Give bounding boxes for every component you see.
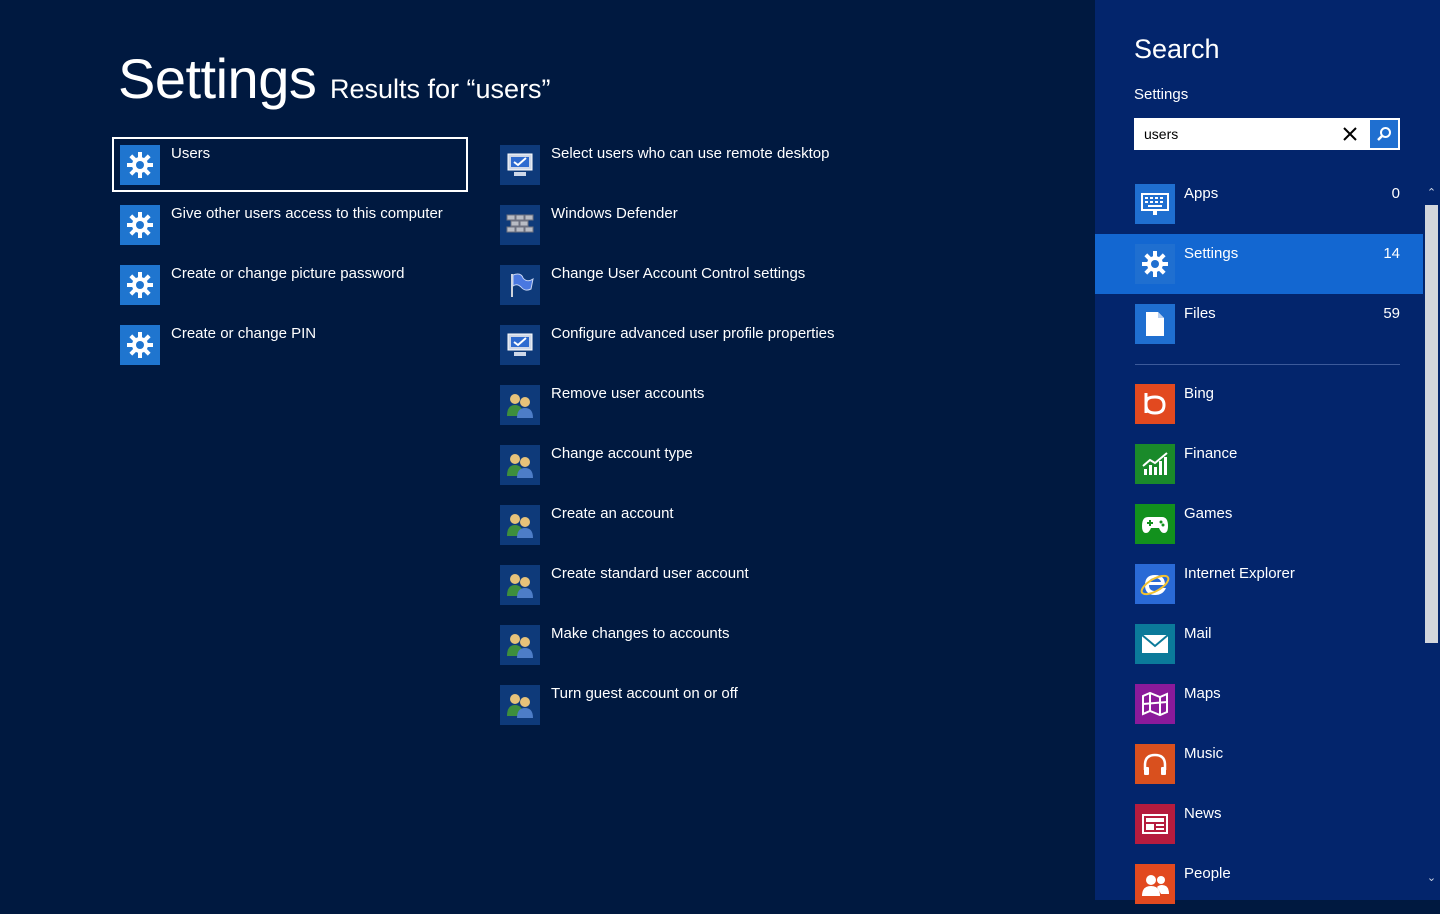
scroll-down-icon[interactable]: ⌄ <box>1426 873 1437 884</box>
result-label: Change User Account Control settings <box>551 265 806 282</box>
results-label: Results for “users” <box>330 74 551 104</box>
remote-desktop-icon <box>500 145 540 185</box>
search-icon <box>1377 127 1391 141</box>
users-icon <box>500 385 540 425</box>
result-label: Create an account <box>551 505 674 522</box>
clear-search-button[interactable] <box>1334 118 1366 150</box>
scope-count: 0 <box>1391 185 1400 202</box>
app-label: People <box>1184 865 1231 882</box>
document-icon <box>1135 304 1175 344</box>
result-create-standard-account[interactable]: Create standard user account <box>494 559 914 607</box>
scope-settings[interactable]: Settings 14 <box>1095 234 1423 294</box>
app-news[interactable]: News <box>1095 794 1423 854</box>
divider <box>1135 364 1400 365</box>
app-maps[interactable]: Maps <box>1095 674 1423 734</box>
app-label: Finance <box>1184 445 1238 462</box>
search-pane-scrollbar[interactable]: ⌃ ⌄ <box>1423 180 1440 900</box>
bing-icon <box>1135 384 1175 424</box>
scope-count: 59 <box>1383 305 1400 322</box>
search-input[interactable] <box>1134 118 1354 150</box>
headphones-icon <box>1135 744 1175 784</box>
news-icon <box>1135 804 1175 844</box>
search-button[interactable] <box>1370 120 1398 148</box>
app-label: Internet Explorer <box>1184 565 1295 582</box>
app-label: Music <box>1184 745 1224 762</box>
app-bing[interactable]: Bing <box>1095 374 1423 434</box>
result-label: Create or change PIN <box>171 325 317 342</box>
app-label: Mail <box>1184 625 1212 642</box>
flag-icon <box>500 265 540 305</box>
scroll-up-icon[interactable]: ⌃ <box>1426 188 1437 199</box>
app-finance[interactable]: Finance <box>1095 434 1423 494</box>
search-box <box>1134 118 1400 150</box>
scope-label: Files <box>1184 305 1216 322</box>
app-people[interactable]: People <box>1095 854 1423 914</box>
mail-icon <box>1135 624 1175 664</box>
result-label: Users <box>171 145 211 162</box>
page-title: Settings <box>118 47 317 110</box>
users-icon <box>500 565 540 605</box>
app-games[interactable]: Games <box>1095 494 1423 554</box>
users-icon <box>500 685 540 725</box>
chart-icon <box>1135 444 1175 484</box>
close-icon <box>1343 127 1357 141</box>
scope-label: Settings <box>1184 245 1239 262</box>
result-user-profile[interactable]: Configure advanced user profile properti… <box>494 319 914 367</box>
system-icon <box>500 325 540 365</box>
scroll-thumb[interactable] <box>1425 205 1438 643</box>
app-music[interactable]: Music <box>1095 734 1423 794</box>
result-label: Give other users access to this computer <box>171 205 443 222</box>
gear-icon <box>120 205 160 245</box>
result-windows-defender[interactable]: Windows Defender <box>494 199 914 247</box>
result-label: Turn guest account on or off <box>551 685 738 702</box>
scope-label: Apps <box>1184 185 1219 202</box>
app-label: Maps <box>1184 685 1221 702</box>
keyboard-icon <box>1135 184 1175 224</box>
app-mail[interactable]: Mail <box>1095 614 1423 674</box>
firewall-icon <box>500 205 540 245</box>
result-label: Create standard user account <box>551 565 749 582</box>
result-guest-account[interactable]: Turn guest account on or off <box>494 679 914 727</box>
scope-count: 14 <box>1383 245 1400 262</box>
gamepad-icon <box>1135 504 1175 544</box>
result-picture-password[interactable]: Create or change picture password <box>114 259 474 307</box>
users-icon <box>500 445 540 485</box>
app-label: Bing <box>1184 385 1215 402</box>
gear-icon <box>1135 244 1175 284</box>
gear-icon <box>120 265 160 305</box>
search-pane: Search Settings Apps 0 Settings 14 Files… <box>1095 0 1440 904</box>
search-scope-label: Settings <box>1134 86 1189 103</box>
result-remote-desktop[interactable]: Select users who can use remote desktop <box>494 139 914 187</box>
users-icon <box>500 625 540 665</box>
result-label: Remove user accounts <box>551 385 705 402</box>
result-label: Make changes to accounts <box>551 625 730 642</box>
map-icon <box>1135 684 1175 724</box>
ie-icon <box>1135 564 1175 604</box>
gear-icon <box>120 145 160 185</box>
app-label: Games <box>1184 505 1233 522</box>
result-make-changes[interactable]: Make changes to accounts <box>494 619 914 667</box>
result-create-account[interactable]: Create an account <box>494 499 914 547</box>
result-give-access[interactable]: Give other users access to this computer <box>114 199 474 247</box>
scope-files[interactable]: Files 59 <box>1095 294 1423 354</box>
result-account-type[interactable]: Change account type <box>494 439 914 487</box>
app-label: News <box>1184 805 1222 822</box>
result-label: Configure advanced user profile properti… <box>551 325 835 342</box>
users-icon <box>500 505 540 545</box>
result-label: Windows Defender <box>551 205 678 222</box>
scope-apps[interactable]: Apps 0 <box>1095 174 1423 234</box>
result-label: Create or change picture password <box>171 265 405 282</box>
result-label: Select users who can use remote desktop <box>551 145 830 162</box>
results-panel: Settings Results for “users” Users Give … <box>0 0 1095 900</box>
result-pin[interactable]: Create or change PIN <box>114 319 474 367</box>
result-users[interactable]: Users <box>112 137 468 192</box>
people-icon <box>1135 864 1175 904</box>
search-pane-title: Search <box>1134 34 1220 64</box>
result-label: Change account type <box>551 445 693 462</box>
result-uac[interactable]: Change User Account Control settings <box>494 259 914 307</box>
app-internet-explorer[interactable]: Internet Explorer <box>1095 554 1423 614</box>
result-remove-accounts[interactable]: Remove user accounts <box>494 379 914 427</box>
gear-icon <box>120 325 160 365</box>
